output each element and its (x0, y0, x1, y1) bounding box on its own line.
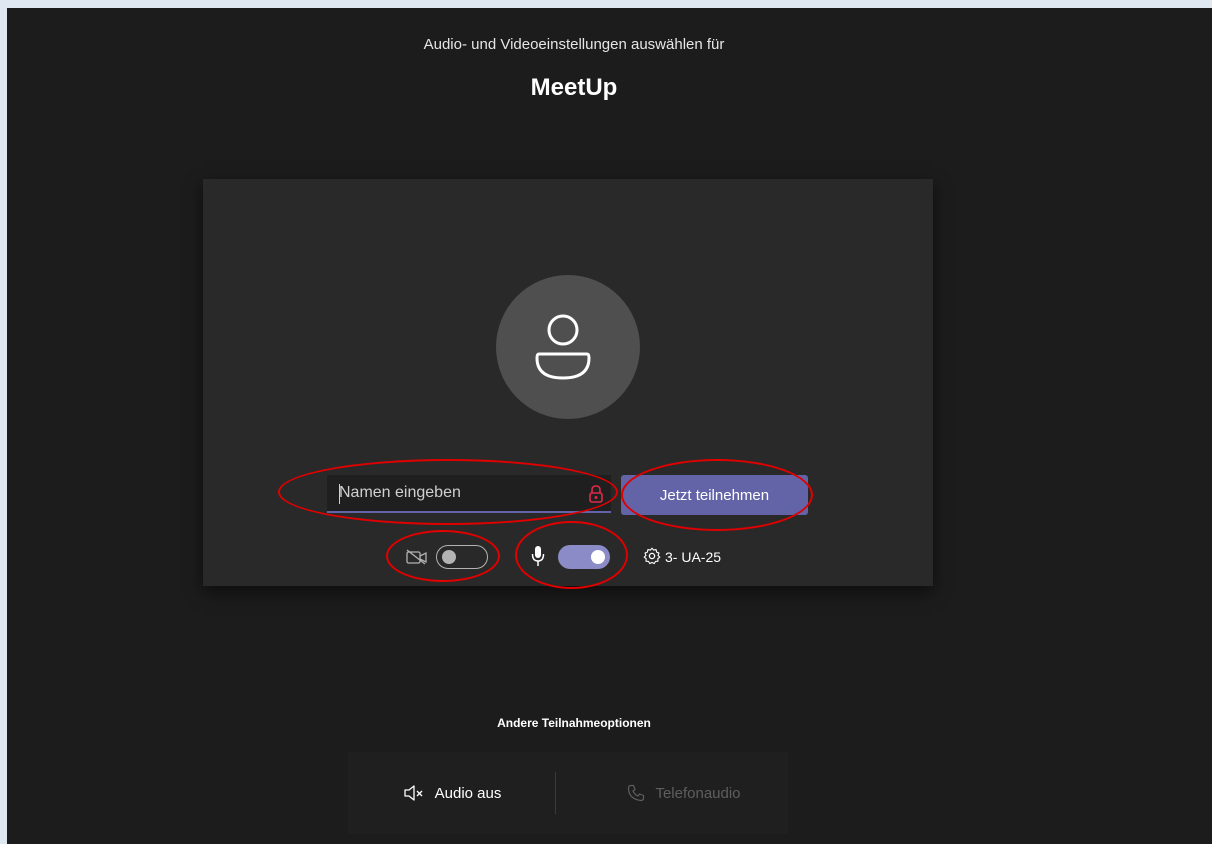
prejoin-screen: Audio- und Videoeinstellungen auswählen … (7, 8, 1212, 844)
page-subtitle: Audio- und Videoeinstellungen auswählen … (423, 36, 725, 53)
device-controls: 3- UA-25 (203, 537, 933, 577)
speaker-muted-icon (403, 785, 423, 801)
options-divider (555, 772, 556, 814)
microphone-toggle[interactable] (558, 545, 610, 569)
other-join-options: Audio aus Telefonaudio (348, 752, 788, 834)
camera-off-icon (406, 549, 427, 565)
avatar (496, 275, 640, 419)
camera-toggle[interactable] (436, 545, 488, 569)
name-field[interactable] (327, 475, 611, 513)
microphone-icon (531, 546, 545, 566)
toggle-knob (442, 550, 456, 564)
join-now-button[interactable]: Jetzt teilnehmen (621, 475, 808, 515)
name-input[interactable] (339, 475, 579, 511)
phone-audio-label: Telefonaudio (655, 784, 741, 802)
lock-icon (589, 485, 603, 503)
other-options-heading: Andere Teilnahmeoptionen (497, 716, 651, 730)
phone-audio-option[interactable]: Telefonaudio (580, 752, 788, 834)
toggle-knob (591, 550, 605, 564)
audio-device-label[interactable]: 3- UA-25 (665, 549, 721, 565)
meeting-title: MeetUp (530, 74, 618, 101)
audio-off-label: Audio aus (434, 784, 502, 802)
gear-icon[interactable] (643, 547, 661, 565)
audio-off-option[interactable]: Audio aus (348, 752, 556, 834)
prejoin-card: Jetzt teilnehmen 3- UA-25 (203, 179, 933, 586)
phone-icon (628, 784, 645, 802)
person-icon (535, 314, 591, 380)
